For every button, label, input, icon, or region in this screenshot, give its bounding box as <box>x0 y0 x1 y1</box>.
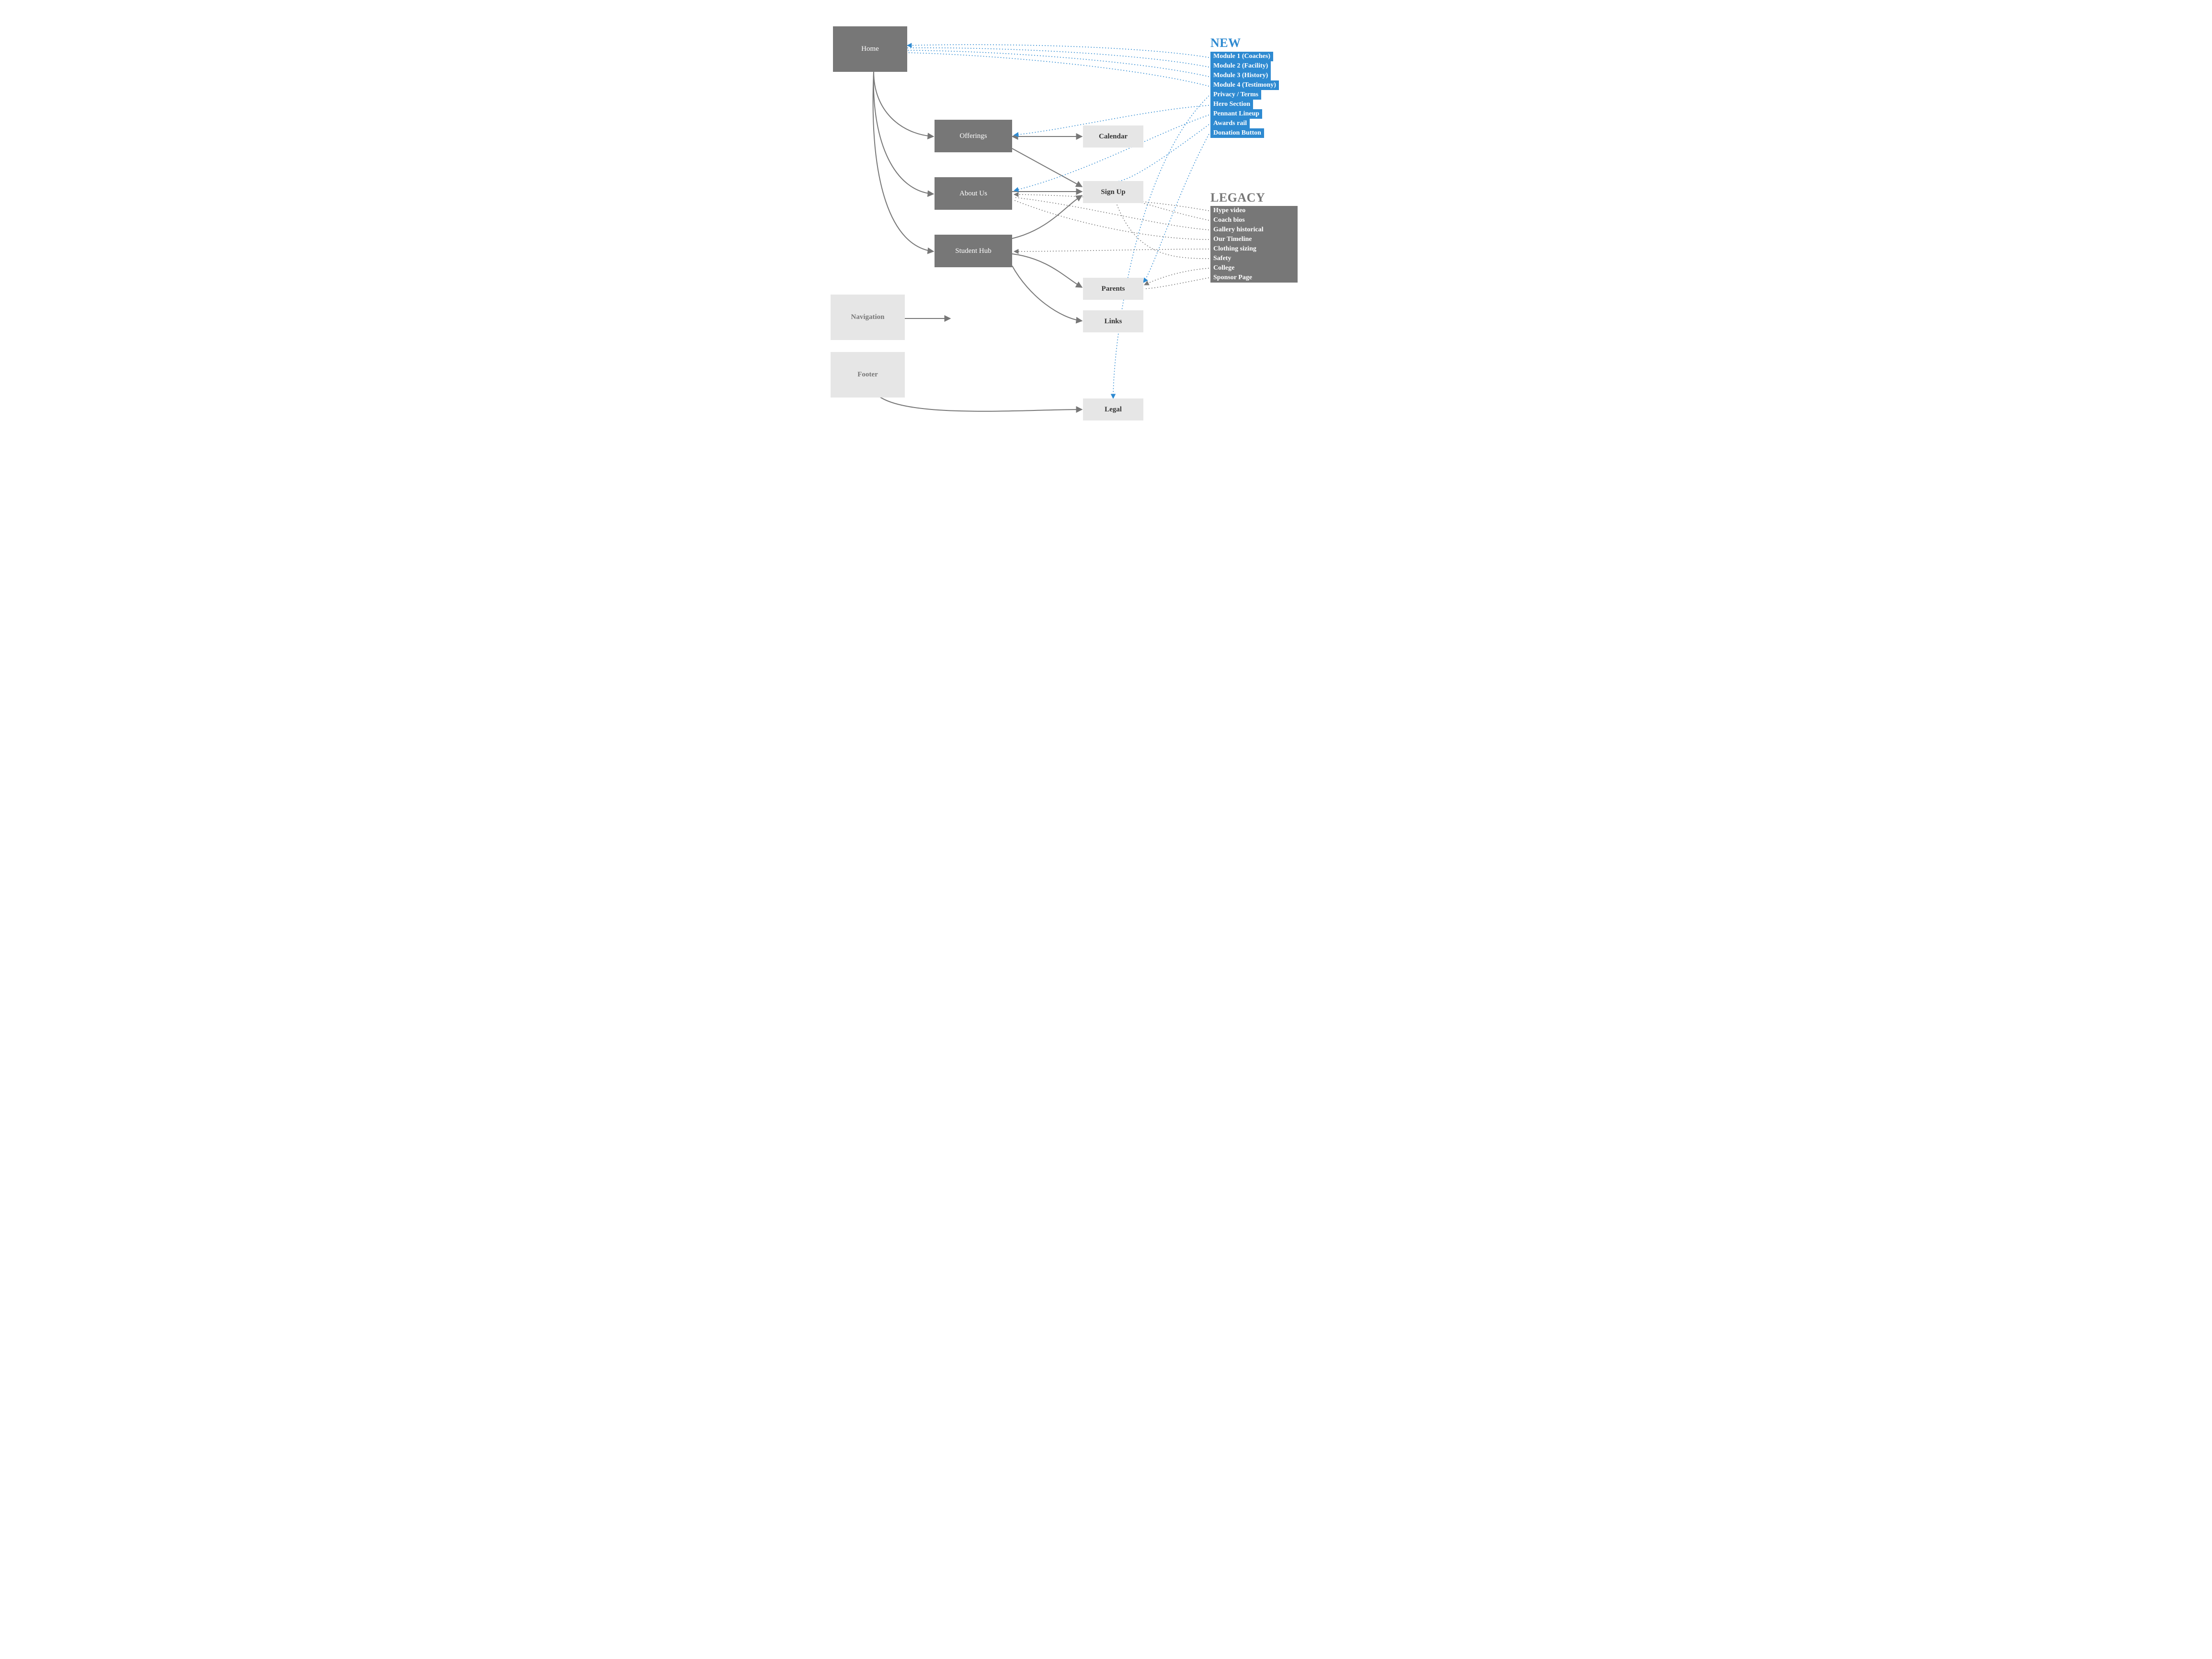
node-label: Parents <box>1102 285 1125 293</box>
node-label: Home <box>861 45 879 53</box>
list-item: Sponsor Page <box>1210 273 1298 283</box>
list-item: Module 4 (Testimony) <box>1210 80 1279 90</box>
node-parents: Parents <box>1083 278 1143 300</box>
list-item: Awards rail <box>1210 119 1250 128</box>
heading-new: NEW <box>1210 36 1241 50</box>
list-item: Donation Button <box>1210 128 1264 138</box>
node-student-hub: Student Hub <box>935 235 1012 267</box>
list-item: Pennant Lineup <box>1210 109 1262 119</box>
list-item: Hero Section <box>1210 100 1253 109</box>
list-item: Hype video <box>1210 206 1298 216</box>
list-new: Module 1 (Coaches) Module 2 (Facility) M… <box>1210 52 1279 138</box>
node-about: About Us <box>935 177 1012 210</box>
node-calendar: Calendar <box>1083 125 1143 148</box>
node-label: Student Hub <box>955 247 991 255</box>
node-label: Sign Up <box>1101 188 1125 196</box>
list-item: Module 2 (Facility) <box>1210 61 1271 71</box>
node-label: About Us <box>959 190 987 198</box>
list-item: Privacy / Terms <box>1210 90 1261 100</box>
list-item: Module 1 (Coaches) <box>1210 52 1273 61</box>
list-legacy: Hype video Coach bios Gallery historical… <box>1210 206 1298 283</box>
node-legal: Legal <box>1083 398 1143 420</box>
node-footer: Footer <box>831 352 905 398</box>
node-label: Offerings <box>959 132 987 140</box>
list-item: Module 3 (History) <box>1210 71 1271 80</box>
heading-legacy: LEGACY <box>1210 191 1265 205</box>
sitemap-diagram: Home Navigation Footer Offerings About U… <box>799 0 1413 460</box>
list-item: Gallery historical <box>1210 225 1298 235</box>
node-navigation: Navigation <box>831 295 905 340</box>
list-item: Our Timeline <box>1210 235 1298 244</box>
node-label: Footer <box>857 371 878 379</box>
node-signup: Sign Up <box>1083 181 1143 203</box>
node-label: Links <box>1105 318 1122 326</box>
node-label: Calendar <box>1099 133 1128 141</box>
list-item: Clothing sizing <box>1210 244 1298 254</box>
list-item: Coach bios <box>1210 216 1298 225</box>
node-label: Navigation <box>851 313 884 321</box>
node-offerings: Offerings <box>935 120 1012 152</box>
list-item: College <box>1210 263 1298 273</box>
node-links: Links <box>1083 310 1143 332</box>
node-home: Home <box>833 26 907 72</box>
list-item: Safety <box>1210 254 1298 263</box>
node-label: Legal <box>1105 406 1122 414</box>
